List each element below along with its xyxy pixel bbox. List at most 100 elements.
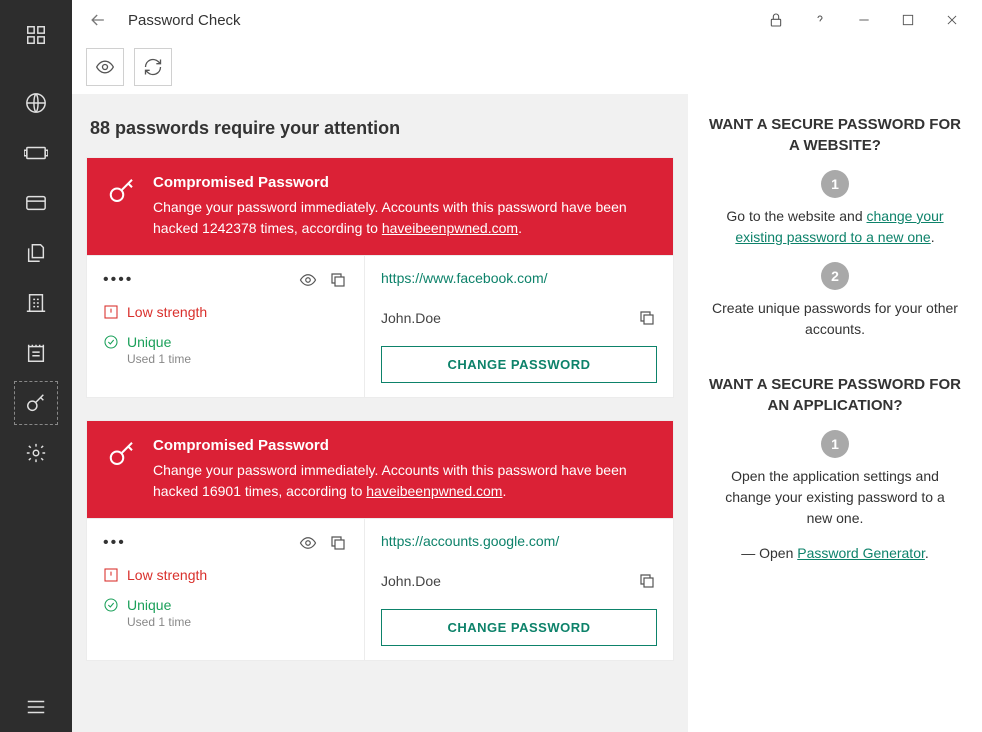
sidebar-docs[interactable] (14, 231, 58, 275)
copy-user-button[interactable] (637, 308, 657, 328)
app-sidebar (0, 0, 72, 732)
card-title: Compromised Password (153, 437, 655, 454)
eye-icon (299, 534, 317, 552)
key-warning-icon (105, 437, 139, 471)
sidebar-web[interactable] (14, 81, 58, 125)
key-icon (25, 392, 47, 414)
promo-title: WANT A SECURE PASSWORD FOR A WEBSITE? (706, 114, 964, 156)
copy-icon (329, 534, 347, 552)
grid-icon (25, 24, 47, 46)
strength-tag: Low strength (103, 304, 348, 320)
strength-tag: Low strength (103, 567, 348, 583)
results-column[interactable]: 88 passwords require your attention Comp… (72, 94, 688, 732)
building-icon (25, 292, 47, 314)
password-card: Compromised Password Change your passwor… (86, 420, 674, 661)
help-button[interactable] (798, 2, 842, 38)
maximize-icon (901, 13, 915, 27)
sidebar-password-check[interactable] (14, 381, 58, 425)
promo-step-text: — Open Password Generator. (706, 543, 964, 564)
refresh-icon (143, 57, 163, 77)
password-mask: •••• (103, 271, 133, 289)
page-title: Password Check (128, 12, 241, 29)
content: 88 passwords require your attention Comp… (72, 94, 982, 732)
used-count: Used 1 time (127, 615, 348, 629)
eye-icon (95, 57, 115, 77)
check-circle-icon (103, 334, 119, 350)
copy-icon (638, 572, 656, 590)
hibp-link[interactable]: haveibeenpwned.com (382, 220, 518, 236)
card-text: Change your password immediately. Accoun… (153, 460, 655, 502)
reveal-password-button[interactable] (298, 533, 318, 553)
account-user: John.Doe (381, 573, 441, 589)
gear-icon (25, 442, 47, 464)
sidebar-apps[interactable] (14, 131, 58, 175)
copy-password-button[interactable] (328, 270, 348, 290)
copy-user-button[interactable] (637, 571, 657, 591)
account-cell: https://accounts.google.com/ John.Doe CH… (365, 519, 673, 660)
hibp-link[interactable]: haveibeenpwned.com (366, 483, 502, 499)
account-url: https://accounts.google.com/ (381, 533, 657, 549)
refresh-button[interactable] (134, 48, 172, 86)
sidebar-settings[interactable] (14, 431, 58, 475)
maximize-button[interactable] (886, 2, 930, 38)
password-cell: ••• Low strength Unique (87, 519, 365, 660)
promo-step-text: Open the application settings and change… (706, 466, 964, 529)
sidebar-notes[interactable] (14, 331, 58, 375)
device-icon (24, 142, 48, 164)
card-header: Compromised Password Change your passwor… (87, 158, 673, 255)
promo-step-text: Go to the website and change your existi… (706, 206, 964, 248)
minimize-button[interactable] (842, 2, 886, 38)
copy-password-button[interactable] (328, 533, 348, 553)
warning-icon (103, 567, 119, 583)
account-url: https://www.facebook.com/ (381, 270, 657, 286)
documents-icon (25, 242, 47, 264)
notepad-icon (25, 342, 47, 364)
close-icon (945, 13, 959, 27)
eye-icon (299, 271, 317, 289)
reveal-password-button[interactable] (298, 270, 318, 290)
promo-title: WANT A SECURE PASSWORD FOR AN APPLICATIO… (706, 374, 964, 416)
sidebar-dashboard[interactable] (14, 13, 58, 57)
used-count: Used 1 time (127, 352, 348, 366)
unique-tag: Unique (103, 334, 348, 350)
titlebar: Password Check (72, 0, 982, 40)
account-cell: https://www.facebook.com/ John.Doe CHANG… (365, 256, 673, 397)
account-user: John.Doe (381, 310, 441, 326)
copy-icon (329, 271, 347, 289)
lock-button[interactable] (754, 2, 798, 38)
results-heading: 88 passwords require your attention (90, 118, 670, 139)
arrow-left-icon (88, 10, 108, 30)
change-password-button[interactable]: CHANGE PASSWORD (381, 346, 657, 383)
close-button[interactable] (930, 2, 974, 38)
promo-application: WANT A SECURE PASSWORD FOR AN APPLICATIO… (706, 374, 964, 564)
copy-icon (638, 309, 656, 327)
card-title: Compromised Password (153, 174, 655, 191)
menu-icon (25, 696, 47, 718)
back-button[interactable] (80, 2, 116, 38)
password-mask: ••• (103, 534, 126, 552)
step-badge-1: 1 (821, 430, 849, 458)
password-cell: •••• Low strength Unique (87, 256, 365, 397)
password-card: Compromised Password Change your passwor… (86, 157, 674, 398)
sidebar-cards[interactable] (14, 181, 58, 225)
globe-icon (25, 92, 47, 114)
sidebar-bank[interactable] (14, 281, 58, 325)
lock-icon (768, 12, 784, 28)
step-badge-2: 2 (821, 262, 849, 290)
minimize-icon (857, 13, 871, 27)
password-generator-link[interactable]: Password Generator (797, 545, 925, 561)
promo-website: WANT A SECURE PASSWORD FOR A WEBSITE? 1 … (706, 114, 964, 340)
card-text: Change your password immediately. Accoun… (153, 197, 655, 239)
unique-tag: Unique (103, 597, 348, 613)
change-password-button[interactable]: CHANGE PASSWORD (381, 609, 657, 646)
card-header: Compromised Password Change your passwor… (87, 421, 673, 518)
card-icon (25, 192, 47, 214)
key-warning-icon (105, 174, 139, 208)
sidebar-menu[interactable] (14, 685, 58, 729)
show-all-button[interactable] (86, 48, 124, 86)
tips-column[interactable]: WANT A SECURE PASSWORD FOR A WEBSITE? 1 … (688, 94, 982, 732)
step-badge-1: 1 (821, 170, 849, 198)
main-area: Password Check 88 passwords require your (72, 0, 982, 732)
promo-step-text: Create unique passwords for your other a… (706, 298, 964, 340)
toolbar (72, 40, 982, 94)
